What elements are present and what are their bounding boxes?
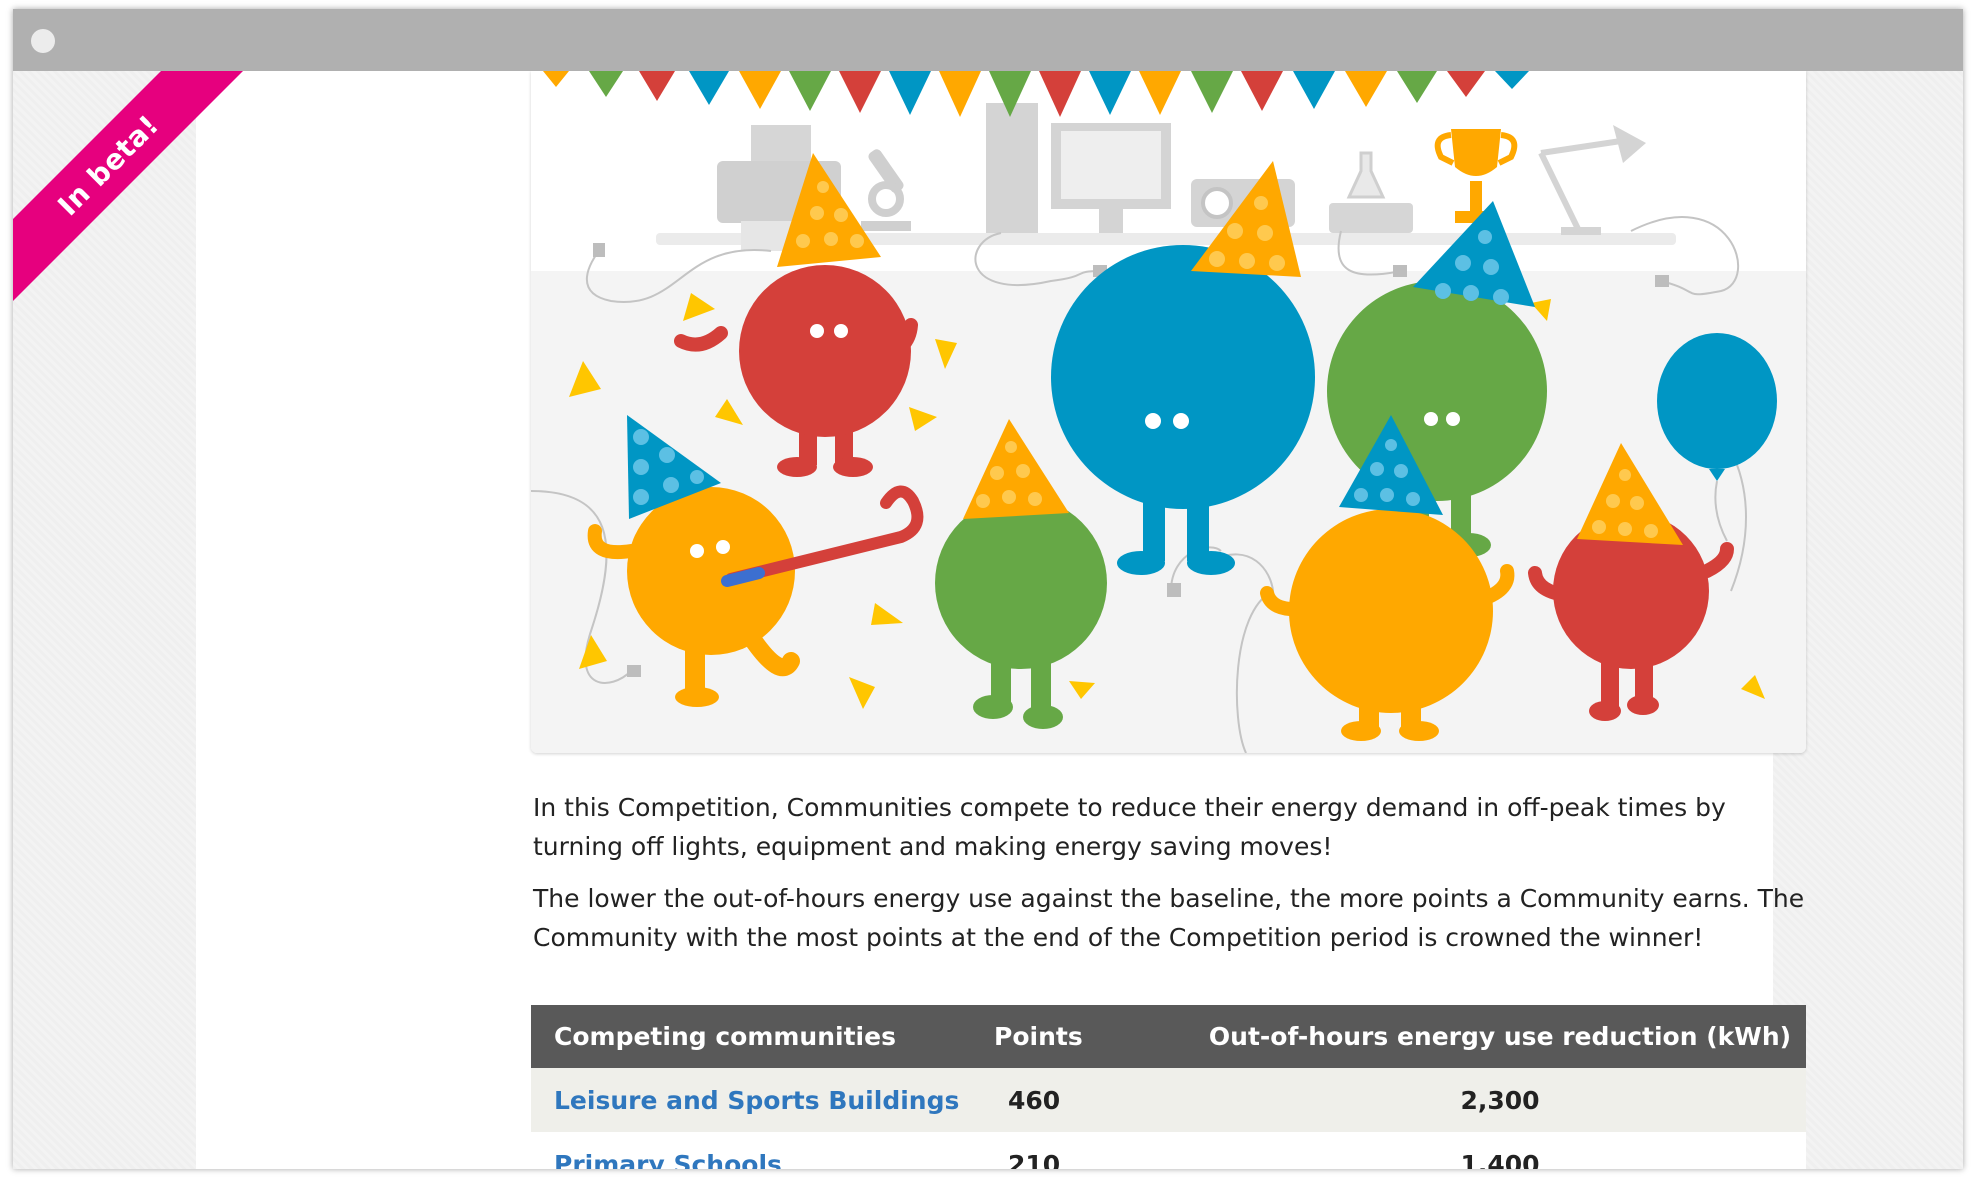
table-row: Leisure and Sports Buildings 460 2,300	[531, 1068, 1806, 1132]
points-cell: 210	[994, 1132, 1194, 1169]
reduction-cell: 2,300	[1194, 1068, 1806, 1132]
party-illustration-svg	[531, 71, 1806, 753]
reduction-cell: 1,400	[1194, 1132, 1806, 1169]
community-cell: Leisure and Sports Buildings	[531, 1068, 994, 1132]
beta-ribbon: In beta!	[13, 71, 253, 311]
window-titlebar	[13, 9, 1963, 71]
window-control-dot[interactable]	[31, 29, 55, 53]
column-header-communities: Competing communities	[531, 1005, 994, 1068]
browser-window: In this Competition, Communities compete…	[13, 9, 1963, 1169]
column-header-points: Points	[994, 1005, 1194, 1068]
intro-paragraph: The lower the out-of-hours energy use ag…	[533, 884, 1805, 952]
intro-text: In this Competition, Communities compete…	[533, 788, 1813, 970]
points-cell: 460	[994, 1068, 1194, 1132]
table-header-row: Competing communities Points Out-of-hour…	[531, 1005, 1806, 1068]
community-link[interactable]: Primary Schools	[554, 1150, 782, 1170]
community-link[interactable]: Leisure and Sports Buildings	[554, 1086, 959, 1115]
computer-tower-icon	[986, 103, 1038, 233]
column-header-reduction: Out-of-hours energy use reduction (kWh)	[1194, 1005, 1806, 1068]
table-row: Primary Schools 210 1,400	[531, 1132, 1806, 1169]
leaderboard-table: Competing communities Points Out-of-hour…	[531, 1005, 1806, 1169]
community-cell: Primary Schools	[531, 1132, 994, 1169]
party-illustration	[531, 71, 1806, 753]
beta-label: In beta!	[13, 71, 246, 303]
page-content: In this Competition, Communities compete…	[196, 71, 1806, 1169]
intro-paragraph: In this Competition, Communities compete…	[533, 793, 1726, 861]
